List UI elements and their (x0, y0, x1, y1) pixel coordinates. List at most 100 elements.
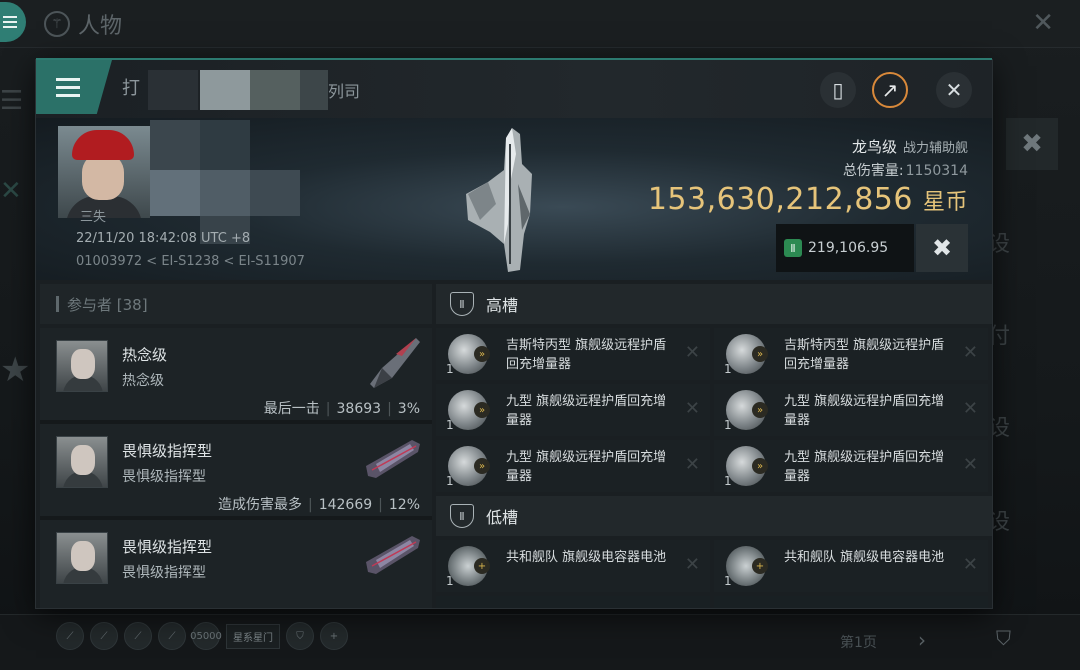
module-item[interactable]: » 1 吉斯特丙型 旗舰级远程护盾回充增量器 ✕ (714, 328, 988, 380)
shield-booster-icon: » (726, 390, 768, 430)
kill-summary-banner: 三失 22/11/20 18:42:08 UTC +8 01003972 < E… (36, 118, 992, 280)
participant-stats: 最后一击 | 38693 | 3% (263, 401, 420, 417)
destroyed-mark-icon: ✕ (684, 342, 700, 363)
ship-class: 龙鸟级 战力辅助舰 (851, 138, 968, 156)
module-name: 共和舰队 旗舰级电容器电池 (784, 550, 945, 565)
participant-name: 畏惧级指挥型 (122, 538, 213, 556)
participant-row[interactable]: 热念级 热念级 最后一击 | 38693 | 3% (40, 328, 432, 424)
dock-label[interactable]: 星系星门 (226, 623, 280, 649)
participant-name: 畏惧级指挥型 (122, 442, 213, 460)
redacted-block (200, 170, 250, 216)
module-name: 九型 旗舰级远程护盾回充增量器 (784, 450, 945, 484)
plex-value-box: Ⅱ 219,106.95 (776, 224, 914, 272)
share-icon[interactable]: ↗ (872, 72, 908, 108)
module-item-partial (436, 596, 710, 608)
background-dock: ⟋ ⟋ ⟋ ⟋ 05000 星系星门 ⛉ + (0, 618, 390, 654)
background-title: ⚚ 人物 (44, 8, 122, 40)
module-item[interactable]: + 1 共和舰队 旗舰级电容器电池 ✕ (714, 540, 988, 592)
dock-counter[interactable]: 05000 (190, 622, 222, 650)
dock-slot-icon[interactable]: ⟋ (124, 622, 152, 650)
redacted-block (200, 70, 250, 110)
low-slots-header: Ⅱ 低槽 (436, 496, 992, 536)
participant-ship-image (370, 338, 420, 388)
destroyed-mark-icon: ✕ (684, 454, 700, 475)
menu-icon (56, 85, 80, 89)
background-top-bar: ⚚ 人物 ✕ (0, 0, 1080, 48)
participant-portrait[interactable] (56, 436, 108, 488)
main-menu-button[interactable] (0, 2, 26, 42)
module-name: 九型 旗舰级远程护盾回充增量器 (506, 394, 667, 428)
dock-slot-icon[interactable]: ⟋ (56, 622, 84, 650)
shield-booster-icon: » (726, 334, 768, 374)
kill-time: 22/11/20 18:42:08 UTC +8 (76, 231, 251, 246)
clipboard-icon[interactable]: ▯ (820, 72, 856, 108)
module-name: 吉斯特丙型 旗舰级远程护盾回充增量器 (506, 338, 667, 372)
participants-list: 热念级 热念级 最后一击 | 38693 | 3% 畏惧级指挥型 畏惧级指挥型 造成伤害… (40, 328, 432, 608)
participant-portrait[interactable] (56, 340, 108, 392)
participant-stats: 造成伤害最多 | 142669 | 12% (217, 497, 420, 513)
background-close-icon[interactable]: ✕ (1032, 8, 1054, 38)
shield-booster-icon: » (448, 390, 490, 430)
next-page-icon[interactable]: › (918, 628, 926, 652)
module-item[interactable]: + 1 共和舰队 旗舰级电容器电池 ✕ (436, 540, 710, 592)
participant-row[interactable]: 畏惧级指挥型 畏惧级指挥型 造成伤害最多 | 142669 | 12% (40, 424, 432, 520)
ship-category: 战力辅助舰 (902, 141, 968, 156)
shield-booster-icon: » (448, 334, 490, 374)
close-icon[interactable]: ✕ (936, 72, 972, 108)
dock-slot-icon[interactable]: ⟋ (90, 622, 118, 650)
character-emblem-icon: ⚚ (44, 11, 70, 37)
background-star-icon[interactable]: ★ (0, 350, 30, 390)
participant-ship: 畏惧级指挥型 (122, 469, 206, 485)
module-name: 九型 旗舰级远程护盾回充增量器 (784, 394, 945, 428)
dock-filter-icon[interactable]: ⛉ (286, 622, 314, 650)
window-title-end: 列司 (328, 82, 361, 101)
participant-portrait[interactable] (56, 532, 108, 584)
shield-booster-icon: » (726, 446, 768, 486)
module-item[interactable]: » 1 九型 旗舰级远程护盾回充增量器 ✕ (714, 440, 988, 492)
dock-slot-icon[interactable]: ⟋ (158, 622, 186, 650)
redacted-block (200, 120, 250, 170)
redacted-block (150, 120, 200, 170)
module-item[interactable]: » 1 九型 旗舰级远程护盾回充增量器 ✕ (714, 384, 988, 436)
menu-icon (3, 21, 17, 23)
wrench-hammer-icon: ✖ (931, 234, 953, 262)
victim-name: 三失 (80, 210, 107, 225)
module-name: 吉斯特丙型 旗舰级远程护盾回充增量器 (784, 338, 945, 372)
destroyed-mark-icon: ✕ (962, 398, 978, 419)
participant-row[interactable]: 畏惧级指挥型 畏惧级指挥型 (40, 520, 432, 608)
dock-add-icon[interactable]: + (320, 622, 348, 650)
redacted-block (250, 170, 300, 216)
fitting-button[interactable]: ✖ (916, 224, 968, 272)
module-item[interactable]: » 1 吉斯特丙型 旗舰级远程护盾回充增量器 ✕ (436, 328, 710, 380)
participant-name: 热念级 (122, 346, 168, 364)
window-header: 打 列司 ▯ ↗ ✕ (36, 60, 992, 118)
destroyed-mark-icon: ✕ (684, 398, 700, 419)
destroyed-mark-icon: ✕ (962, 554, 978, 575)
participant-ship-image (366, 536, 420, 574)
redacted-block (300, 70, 328, 110)
module-item[interactable]: » 1 九型 旗舰级远程护盾回充增量器 ✕ (436, 440, 710, 492)
capacitor-battery-icon: + (726, 546, 768, 586)
isk-value: 153,630,212,856 星币 (647, 182, 968, 217)
background-menu-icon[interactable]: ☰ (0, 86, 23, 116)
module-name: 共和舰队 旗舰级电容器电池 (506, 550, 667, 565)
window-menu-button[interactable] (36, 60, 112, 114)
victim-portrait[interactable] (58, 126, 150, 218)
background-cross-icon[interactable]: ✕ (0, 176, 22, 206)
filter-icon[interactable]: ⛉ (996, 626, 1011, 650)
low-slot-icon: Ⅱ (450, 504, 474, 528)
participants-header: 参与者 [38] (40, 284, 432, 324)
module-item[interactable]: » 1 九型 旗舰级远程护盾回充增量器 ✕ (436, 384, 710, 436)
background-tool-button[interactable]: ✖ (1006, 118, 1058, 170)
redacted-block (250, 70, 300, 110)
capacitor-battery-icon: + (448, 546, 490, 586)
kill-location: 01003972 < EI-S1238 < EI-S11907 (76, 254, 305, 269)
victim-ship-image (466, 128, 532, 272)
window-title: 打 (122, 78, 140, 99)
background-page-label: 第1页 (840, 635, 877, 651)
destroyed-mark-icon: ✕ (962, 342, 978, 363)
module-item-partial (714, 596, 988, 608)
destroyed-mark-icon: ✕ (684, 554, 700, 575)
module-name: 九型 旗舰级远程护盾回充增量器 (506, 450, 667, 484)
shield-booster-icon: » (448, 446, 490, 486)
